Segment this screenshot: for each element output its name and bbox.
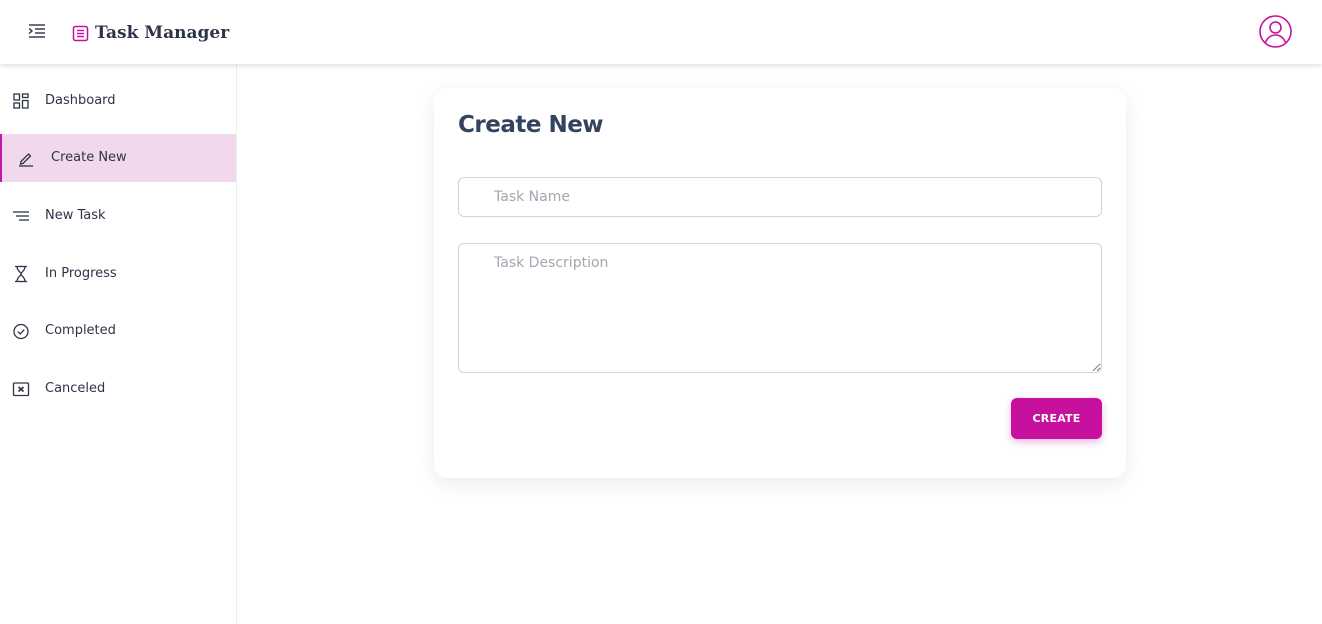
sidebar-item-in-progress[interactable]: In Progress [0, 250, 236, 298]
sidebar: Dashboard Create New New Task In Progres… [0, 64, 237, 624]
dashboard-icon [12, 92, 30, 110]
pencil-icon [17, 149, 35, 167]
sidebar-item-canceled[interactable]: Canceled [0, 365, 236, 413]
sidebar-item-label: Completed [45, 323, 116, 338]
sidebar-item-label: Canceled [45, 381, 106, 396]
sidebar-item-label: In Progress [45, 266, 117, 281]
sidebar-item-label: New Task [45, 208, 106, 223]
lines-icon [12, 207, 30, 225]
sidebar-item-label: Dashboard [45, 93, 116, 108]
brand: Task Manager [72, 20, 229, 46]
task-name-input[interactable] [458, 177, 1102, 217]
check-circle-icon [12, 322, 30, 340]
sidebar-item-dashboard[interactable]: Dashboard [0, 77, 236, 125]
user-circle-icon[interactable] [1258, 14, 1293, 49]
create-button[interactable]: CREATE [1011, 398, 1102, 439]
top-bar: Task Manager [0, 0, 1322, 64]
page-title: Create New [458, 112, 604, 138]
sidebar-item-label: Create New [51, 150, 127, 165]
sidebar-item-create-new[interactable]: Create New [0, 134, 236, 182]
hourglass-icon [12, 265, 30, 283]
x-square-icon [12, 380, 30, 398]
app-title: Task Manager [95, 23, 230, 43]
sidebar-item-new-task[interactable]: New Task [0, 192, 236, 240]
create-task-card: Create New CREATE [434, 88, 1126, 478]
list-icon [72, 25, 89, 42]
task-description-input[interactable] [458, 243, 1102, 373]
menu-indent-icon[interactable] [27, 22, 47, 40]
sidebar-item-completed[interactable]: Completed [0, 307, 236, 355]
